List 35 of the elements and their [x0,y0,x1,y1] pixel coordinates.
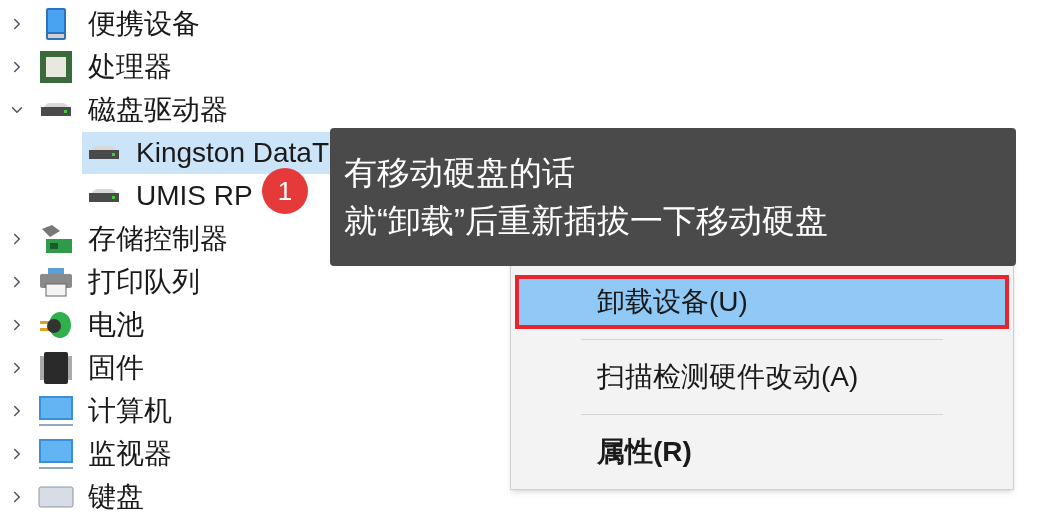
tree-item[interactable]: 监视器 [34,432,180,475]
tree-item[interactable]: 存储控制器 [34,217,236,260]
tree-item-label: 键盘 [88,479,144,514]
tree-item[interactable]: 处理器 [34,45,180,88]
tree-item-label: UMIS RP [136,178,253,213]
tree-item[interactable]: 固件 [34,346,152,389]
keyboard-icon [38,485,74,508]
drive-icon [38,102,74,117]
tree-item-label: 处理器 [88,49,172,84]
caption-text: 就“卸载”后重新插拔一下移动硬盘 [344,201,828,241]
processor-icon [38,48,74,85]
tree-item-label: 监视器 [88,436,172,471]
tree-item[interactable]: 计算机 [34,389,180,432]
drive-icon [86,188,122,203]
tree-item-label: 便携设备 [88,6,200,41]
tree-item-label: Kingston DataT [136,135,329,170]
chip-icon [38,349,74,386]
tree-item[interactable]: 磁盘驱动器 [34,88,236,131]
drive-icon [86,145,122,160]
step-badge: 1 [262,168,308,214]
tree-item[interactable]: 打印队列 [34,260,208,303]
tree-item-label: 计算机 [88,393,172,428]
tree-item[interactable]: 电池 [34,303,152,346]
tree-item[interactable]: 键盘 [34,475,152,518]
menu-item[interactable]: 扫描检测硬件改动(A) [515,350,1009,404]
tree-item[interactable]: 便携设备 [34,2,208,45]
caption-text: 有移动硬盘的话 [344,153,575,193]
menu-item[interactable]: 属性(R) [515,425,1009,479]
menu-item[interactable]: 卸载设备(U) [515,275,1009,329]
tree-item-label: 存储控制器 [88,221,228,256]
tree-item-label: 电池 [88,307,144,342]
tree-item-label: 打印队列 [88,264,200,299]
tree-item-label: 固件 [88,350,144,385]
tree-item-label: 磁盘驱动器 [88,92,228,127]
tree-item[interactable]: UMIS RP [82,174,261,217]
